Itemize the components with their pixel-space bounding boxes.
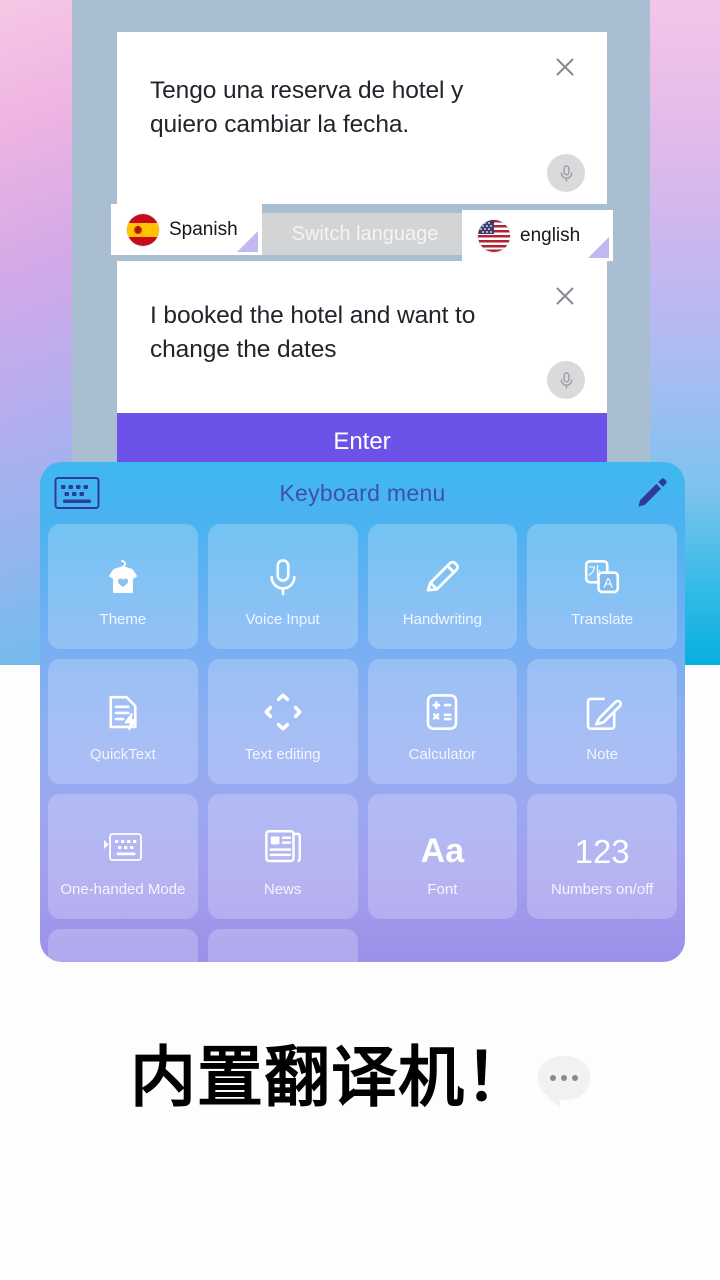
language-bar: Spanish Switch language english — [111, 204, 613, 261]
target-language-label: english — [520, 224, 581, 246]
menu-tile-label: Numbers on/off — [550, 880, 654, 898]
enter-button-label: Enter — [333, 428, 391, 455]
numbers-123-icon: 123 — [575, 816, 630, 868]
menu-tile-label: News — [263, 880, 302, 898]
translator-card: Tengo una reserva de hotel y quiero camb… — [111, 32, 613, 471]
numbers-123-glyph: 123 — [574, 832, 630, 870]
keyboard-menu-title: Keyboard menu — [279, 479, 446, 506]
menu-tile-label: Text editing — [244, 745, 321, 763]
target-language-selector[interactable]: english — [462, 210, 613, 261]
svg-text:A: A — [604, 574, 614, 590]
speech-bubble-dots-icon — [538, 1056, 590, 1108]
target-text: I booked the hotel and want to change th… — [150, 302, 476, 363]
font-aa-glyph: Aa — [420, 831, 465, 870]
translate-cards-icon: 가 A — [581, 546, 623, 598]
menu-tile-partial[interactable] — [48, 929, 198, 962]
source-text: Tengo una reserva de hotel y quiero camb… — [150, 77, 464, 138]
one-handed-keyboard-icon — [102, 816, 144, 868]
tshirt-heart-icon — [102, 546, 144, 598]
microphone-icon — [262, 546, 304, 598]
menu-tile-calculator[interactable]: Calculator — [367, 659, 518, 784]
source-microphone-button[interactable] — [547, 154, 585, 192]
target-corner-marker — [588, 237, 609, 258]
svg-text:가: 가 — [588, 565, 601, 581]
menu-tile-label: Font — [427, 880, 458, 898]
menu-tile-label: QuickText — [89, 745, 156, 763]
newspaper-icon — [262, 816, 304, 868]
source-language-label: Spanish — [169, 218, 238, 240]
pencil-edit-icon[interactable] — [635, 476, 669, 510]
promo-caption-text: 内置翻译机！ — [130, 1039, 532, 1116]
menu-tile-text-editing[interactable]: Text editing — [207, 659, 358, 784]
four-arrows-icon — [262, 681, 304, 733]
switch-language-label: Switch language — [291, 222, 439, 245]
menu-tile-label: Translate — [571, 610, 634, 628]
menu-tile-label: Theme — [99, 610, 147, 628]
switch-language-button[interactable]: Switch language — [262, 213, 468, 255]
source-corner-marker — [237, 231, 258, 252]
note-pencil-icon — [581, 681, 623, 733]
menu-tile-label: One-handed Mode — [60, 880, 186, 898]
bubble-dots — [550, 1075, 578, 1081]
menu-tile-label: Note — [586, 745, 618, 763]
menu-tile-label: Calculator — [408, 745, 477, 763]
target-microphone-button[interactable] — [547, 361, 585, 399]
keyboard-menu-header: Keyboard menu — [40, 462, 685, 524]
source-text-box[interactable]: Tengo una reserva de hotel y quiero camb… — [117, 32, 607, 204]
promo-caption: 内置翻译机！ — [0, 1045, 720, 1111]
menu-tile-translate[interactable]: 가 A Translate — [527, 524, 677, 649]
screenshot-root: Tengo una reserva de hotel y quiero camb… — [0, 0, 720, 1280]
keyboard-menu-partial-row — [40, 929, 685, 962]
usa-flag-icon — [478, 219, 510, 252]
close-icon[interactable] — [550, 281, 580, 311]
source-language-selector[interactable]: Spanish — [111, 204, 262, 255]
menu-tile-news[interactable]: News — [207, 794, 358, 919]
calculator-icon — [421, 681, 463, 733]
keyboard-menu-panel: Keyboard menu Theme Voice Input Handwrit… — [40, 462, 685, 962]
menu-tile-numbers-on-off[interactable]: 123 Numbers on/off — [527, 794, 677, 919]
menu-tile-partial[interactable] — [207, 929, 358, 962]
menu-tile-font[interactable]: Aa Font — [367, 794, 518, 919]
menu-tile-one-handed-mode[interactable]: One-handed Mode — [48, 794, 198, 919]
menu-tile-quicktext[interactable]: QuickText — [48, 659, 198, 784]
menu-tile-label: Voice Input — [245, 610, 320, 628]
pencil-icon — [421, 546, 463, 598]
menu-tile-note[interactable]: Note — [527, 659, 677, 784]
font-aa-icon: Aa — [421, 816, 464, 868]
spain-flag-icon — [127, 213, 159, 246]
keyboard-menu-grid: Theme Voice Input Handwriting 가 A Transl… — [40, 524, 685, 919]
document-bolt-icon — [102, 681, 144, 733]
menu-tile-theme[interactable]: Theme — [48, 524, 198, 649]
menu-tile-handwriting[interactable]: Handwriting — [367, 524, 518, 649]
menu-tile-voice-input[interactable]: Voice Input — [207, 524, 358, 649]
target-text-box[interactable]: I booked the hotel and want to change th… — [117, 261, 607, 413]
menu-tile-label: Handwriting — [402, 610, 482, 628]
close-icon[interactable] — [550, 52, 580, 82]
